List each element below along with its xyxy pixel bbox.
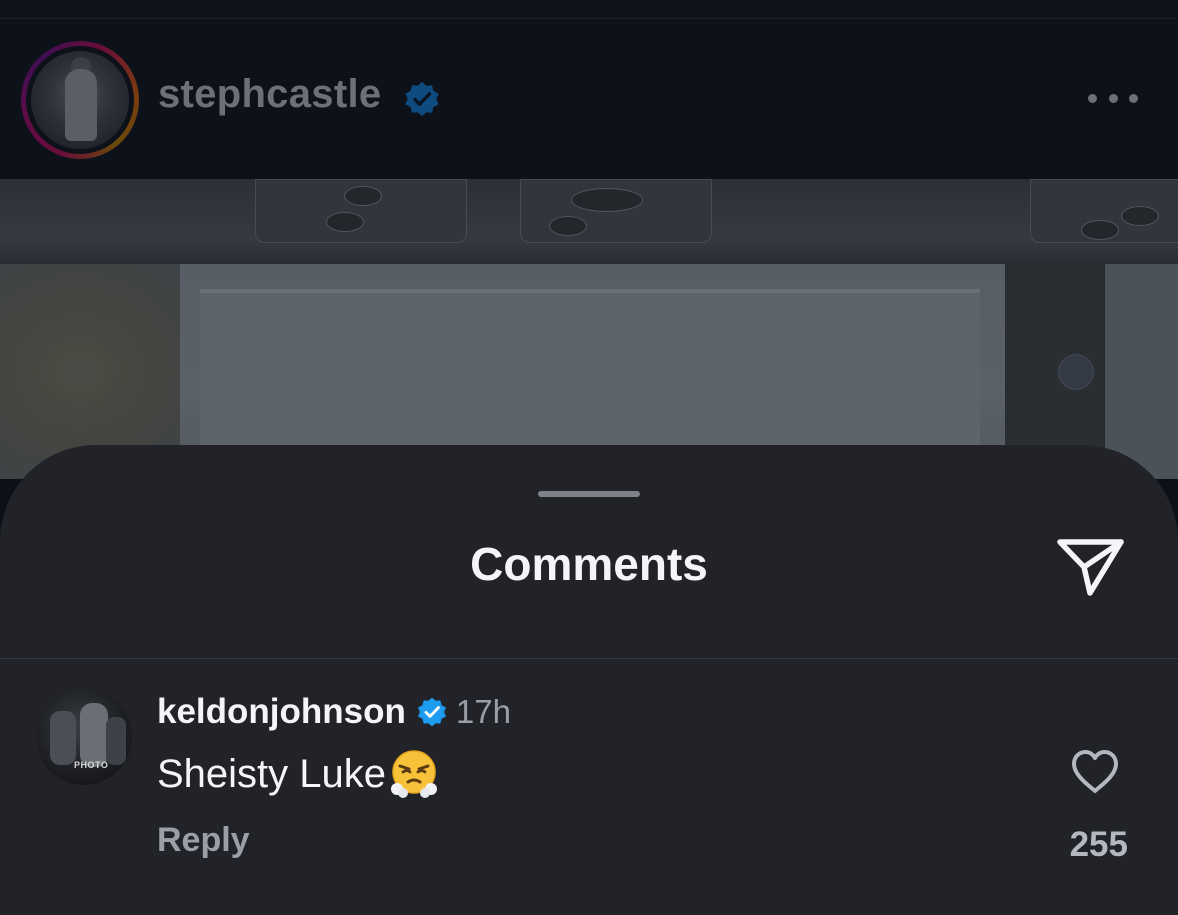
post-author-username[interactable]: stephcastle	[158, 72, 381, 117]
like-count: 255	[1069, 825, 1128, 864]
image-console	[1030, 179, 1178, 243]
comment-header: keldonjohnson 17h	[157, 692, 511, 732]
image-knob	[326, 212, 364, 232]
dot	[1088, 93, 1097, 103]
dot	[1129, 93, 1138, 103]
image-building	[200, 289, 980, 453]
post-author-avatar[interactable]	[21, 41, 139, 159]
dot	[1108, 93, 1118, 103]
image-console	[520, 179, 712, 243]
image-knob	[344, 186, 382, 206]
comments-sheet: Comments PHOTO keldonjohnson 17h Sheisty…	[0, 445, 1178, 915]
sheet-divider	[0, 658, 1178, 659]
post-image	[0, 179, 1178, 479]
avatar-ring-gap	[26, 46, 134, 154]
image-knob	[1081, 220, 1119, 240]
sheet-grabber-handle[interactable]	[538, 491, 640, 497]
steam-from-nose-emoji-icon	[391, 750, 438, 798]
avatar-figure	[80, 703, 108, 767]
reply-button[interactable]: Reply	[157, 821, 250, 860]
image-vent	[571, 188, 643, 212]
image-knob	[1121, 206, 1159, 226]
comment-timestamp: 17h	[455, 693, 511, 730]
sheet-title: Comments	[470, 538, 708, 590]
avatar-figure	[106, 717, 126, 765]
avatar-photo	[31, 51, 129, 149]
verified-badge-icon	[417, 697, 446, 727]
commenter-avatar[interactable]: PHOTO	[36, 689, 132, 785]
status-area	[0, 0, 1178, 19]
avatar-figure-body	[65, 69, 97, 141]
comment-text: Sheisty Luke	[157, 748, 440, 800]
image-seat-sign	[1058, 354, 1094, 390]
more-options-icon[interactable]	[1088, 88, 1138, 108]
comment-body: Sheisty Luke	[157, 751, 387, 796]
image-right-edge	[1105, 264, 1178, 479]
heart-like-icon[interactable]	[1069, 748, 1121, 796]
image-knob	[549, 216, 587, 236]
avatar-text: PHOTO	[74, 760, 109, 770]
avatar-figure	[50, 711, 76, 765]
verified-badge-icon	[405, 81, 439, 117]
commenter-username[interactable]: keldonjohnson	[157, 692, 406, 732]
image-console	[255, 179, 467, 243]
share-send-icon[interactable]	[1055, 535, 1127, 599]
